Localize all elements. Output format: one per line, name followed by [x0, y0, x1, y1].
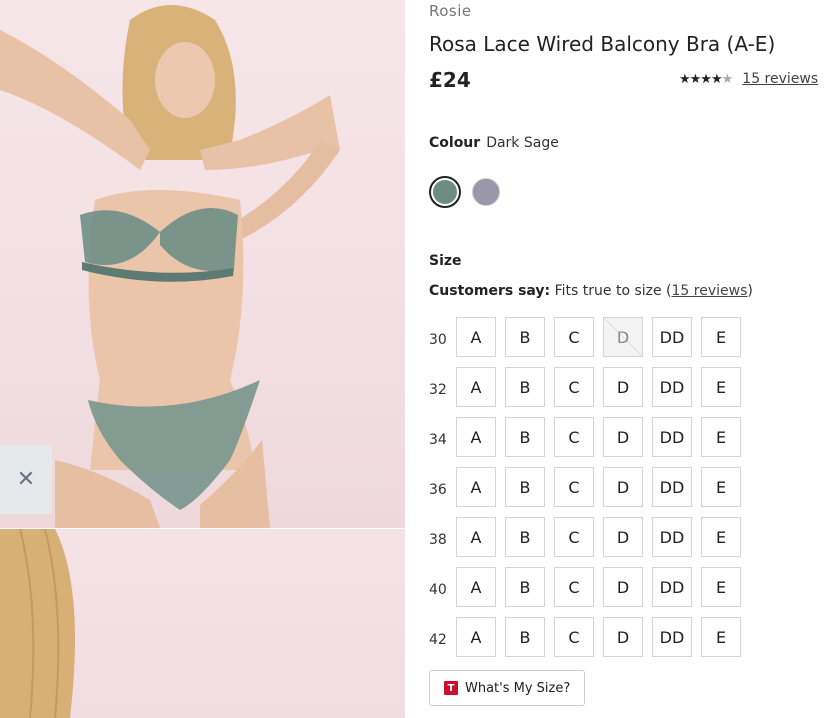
brand-name[interactable]: Rosie	[429, 2, 472, 20]
size-option-button[interactable]: DD	[652, 367, 692, 407]
band-size-label: 36	[429, 482, 447, 498]
size-option-button[interactable]: B	[505, 517, 545, 557]
size-option-button[interactable]: DD	[652, 517, 692, 557]
product-price: £24	[429, 68, 471, 92]
size-option-button[interactable]: B	[505, 317, 545, 357]
selected-colour-value: Dark Sage	[486, 135, 559, 151]
size-tool-logo-icon: T	[444, 681, 458, 695]
band-size-label: 38	[429, 532, 447, 548]
size-row: 36 A B C D DD E	[429, 462, 750, 512]
band-size-label: 40	[429, 582, 447, 598]
band-size-label: 32	[429, 382, 447, 398]
swatch-grey[interactable]	[470, 176, 502, 208]
colour-selection-label: Colour Dark Sage	[429, 135, 559, 151]
whats-my-size-label: What's My Size?	[465, 680, 571, 696]
size-row: 34 A B C D DD E	[429, 412, 750, 462]
size-option-button[interactable]: B	[505, 417, 545, 457]
fit-reviews-link[interactable]: 15 reviews	[672, 283, 748, 299]
size-option-button[interactable]: C	[554, 317, 594, 357]
swatch-color-dot	[433, 180, 457, 204]
size-option-button[interactable]: A	[456, 617, 496, 657]
customers-say-text: Fits true to size (	[554, 283, 672, 299]
size-option-button[interactable]: D	[603, 367, 643, 407]
size-row: 32 A B C D DD E	[429, 362, 750, 412]
product-image-main[interactable]	[0, 0, 405, 528]
size-option-button[interactable]: A	[456, 467, 496, 507]
size-option-button[interactable]: E	[701, 417, 741, 457]
size-option-button[interactable]: E	[701, 317, 741, 357]
size-option-button[interactable]: B	[505, 617, 545, 657]
customers-say-close: )	[747, 283, 753, 299]
colour-label: Colour	[429, 135, 481, 151]
size-row: 42 A B C D DD E	[429, 612, 750, 662]
hair-photo-illustration	[0, 529, 75, 718]
size-grid: 30 A B C D DD E 32 A B C D DD E 34 A B C D DD E 36 A B C D DD E 38 A B…	[429, 312, 750, 662]
size-option-button[interactable]: D	[603, 467, 643, 507]
size-option-button[interactable]: C	[554, 417, 594, 457]
size-option-button[interactable]: D	[603, 517, 643, 557]
size-option-button[interactable]: E	[701, 367, 741, 407]
model-photo-illustration	[0, 5, 340, 528]
size-option-button[interactable]: E	[701, 517, 741, 557]
size-option-button[interactable]: E	[701, 467, 741, 507]
size-option-button[interactable]: C	[554, 467, 594, 507]
close-panel-button[interactable]: ✕	[0, 445, 52, 514]
size-option-button[interactable]: B	[505, 367, 545, 407]
size-option-button[interactable]: DD	[652, 467, 692, 507]
colour-swatches	[429, 176, 502, 208]
swatch-dark-sage[interactable]	[429, 176, 461, 208]
size-row: 30 A B C D DD E	[429, 312, 750, 362]
size-option-button[interactable]: DD	[652, 317, 692, 357]
whats-my-size-button[interactable]: T What's My Size?	[429, 670, 586, 706]
size-option-button[interactable]: DD	[652, 567, 692, 607]
star-rating-icon: ★★★★★	[679, 71, 733, 87]
size-row: 38 A B C D DD E	[429, 512, 750, 562]
band-size-label: 42	[429, 632, 447, 648]
band-size-label: 30	[429, 332, 447, 348]
size-option-button[interactable]: DD	[652, 417, 692, 457]
size-option-button[interactable]: D	[603, 417, 643, 457]
band-size-label: 34	[429, 432, 447, 448]
size-option-button[interactable]: D	[603, 317, 643, 357]
size-option-button[interactable]: A	[456, 567, 496, 607]
customers-say-label: Customers say:	[429, 283, 551, 299]
size-option-button[interactable]: D	[603, 567, 643, 607]
product-rating[interactable]: ★★★★★ 15 reviews	[679, 71, 818, 87]
size-label: Size	[429, 253, 462, 269]
size-option-button[interactable]: E	[701, 617, 741, 657]
product-gallery: ✕	[0, 0, 405, 718]
size-option-button[interactable]: B	[505, 567, 545, 607]
product-title: Rosa Lace Wired Balcony Bra (A-E)	[429, 32, 776, 56]
size-option-button[interactable]: A	[456, 367, 496, 407]
size-option-button[interactable]: C	[554, 567, 594, 607]
size-option-button[interactable]: A	[456, 517, 496, 557]
product-image-secondary[interactable]	[0, 529, 405, 718]
swatch-color-dot	[472, 178, 500, 206]
size-option-button[interactable]: D	[603, 617, 643, 657]
size-option-button[interactable]: C	[554, 367, 594, 407]
size-option-button[interactable]: C	[554, 617, 594, 657]
size-option-button[interactable]: B	[505, 467, 545, 507]
size-option-button[interactable]: C	[554, 517, 594, 557]
size-option-button[interactable]: A	[456, 317, 496, 357]
reviews-link[interactable]: 15 reviews	[742, 71, 818, 87]
size-option-button[interactable]: A	[456, 417, 496, 457]
size-option-button[interactable]: E	[701, 567, 741, 607]
size-option-button[interactable]: DD	[652, 617, 692, 657]
customers-say: Customers say: Fits true to size (15 rev…	[429, 283, 753, 299]
close-icon: ✕	[16, 466, 36, 492]
size-row: 40 A B C D DD E	[429, 562, 750, 612]
